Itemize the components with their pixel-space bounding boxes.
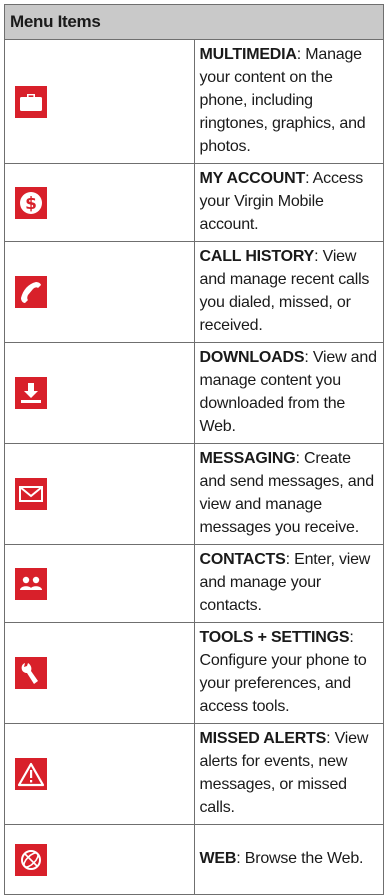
table-row: CALL HISTORY: View and manage recent cal… bbox=[4, 241, 384, 343]
menu-item-messaging: MESSAGING: Create and send messages, and… bbox=[193, 443, 384, 545]
briefcase-icon bbox=[15, 85, 47, 118]
icon-cell bbox=[4, 723, 195, 825]
table-row: MESSAGING: Create and send messages, and… bbox=[4, 443, 384, 545]
icon-cell bbox=[4, 241, 195, 343]
item-name: CONTACTS bbox=[199, 551, 286, 568]
icon-cell bbox=[4, 544, 195, 623]
phone-handset-icon bbox=[15, 276, 47, 308]
menu-items-table: Menu Items MULTIMEDIA: Manage your conte… bbox=[4, 4, 384, 895]
menu-item-web: WEB: Browse the Web. bbox=[193, 824, 384, 895]
icon-cell bbox=[4, 824, 195, 895]
download-tray-icon bbox=[15, 377, 47, 409]
icon-cell: $ bbox=[4, 163, 195, 242]
menu-item-tools-settings: TOOLS + SETTINGS: Configure your phone t… bbox=[193, 622, 384, 724]
item-name: MY ACCOUNT bbox=[199, 170, 306, 187]
dollar-coin-icon: $ bbox=[15, 186, 47, 219]
item-name: WEB bbox=[199, 850, 237, 867]
menu-item-downloads: DOWNLOADS: View and manage content you d… bbox=[193, 342, 384, 444]
item-name: TOOLS + SETTINGS bbox=[199, 629, 350, 646]
item-name: CALL HISTORY bbox=[199, 248, 315, 265]
item-name: DOWNLOADS bbox=[199, 349, 305, 366]
envelope-icon bbox=[15, 478, 47, 510]
table-row: WEB: Browse the Web. bbox=[4, 824, 384, 895]
table-header: Menu Items bbox=[4, 4, 384, 40]
wrench-icon bbox=[15, 657, 47, 689]
item-name: MULTIMEDIA bbox=[199, 46, 297, 63]
table-row: CONTACTS: Enter, view and manage your co… bbox=[4, 544, 384, 623]
table-row: DOWNLOADS: View and manage content you d… bbox=[4, 342, 384, 444]
table-header-row: Menu Items bbox=[4, 4, 384, 40]
table-row: TOOLS + SETTINGS: Configure your phone t… bbox=[4, 622, 384, 724]
item-name: MISSED ALERTS bbox=[199, 730, 327, 747]
menu-item-my-account: MY ACCOUNT: Access your Virgin Mobile ac… bbox=[193, 163, 384, 242]
web-globe-icon bbox=[15, 843, 47, 876]
people-icon bbox=[15, 567, 47, 600]
menu-item-missed-alerts: MISSED ALERTS: View alerts for events, n… bbox=[193, 723, 384, 825]
icon-cell bbox=[4, 342, 195, 444]
menu-item-call-history: CALL HISTORY: View and manage recent cal… bbox=[193, 241, 384, 343]
item-name: MESSAGING bbox=[199, 450, 296, 467]
warning-triangle-icon bbox=[15, 758, 47, 790]
icon-cell bbox=[4, 443, 195, 545]
svg-text:$: $ bbox=[25, 194, 37, 214]
icon-cell bbox=[4, 622, 195, 724]
table-row: $ MY ACCOUNT: Access your Virgin Mobile … bbox=[4, 163, 384, 242]
table-row: MULTIMEDIA: Manage your content on the p… bbox=[4, 39, 384, 164]
icon-cell bbox=[4, 39, 195, 164]
menu-item-multimedia: MULTIMEDIA: Manage your content on the p… bbox=[193, 39, 384, 164]
item-description: : Browse the Web. bbox=[236, 850, 364, 867]
menu-item-contacts: CONTACTS: Enter, view and manage your co… bbox=[193, 544, 384, 623]
table-row: MISSED ALERTS: View alerts for events, n… bbox=[4, 723, 384, 825]
page: Menu Items MULTIMEDIA: Manage your conte… bbox=[0, 0, 389, 895]
